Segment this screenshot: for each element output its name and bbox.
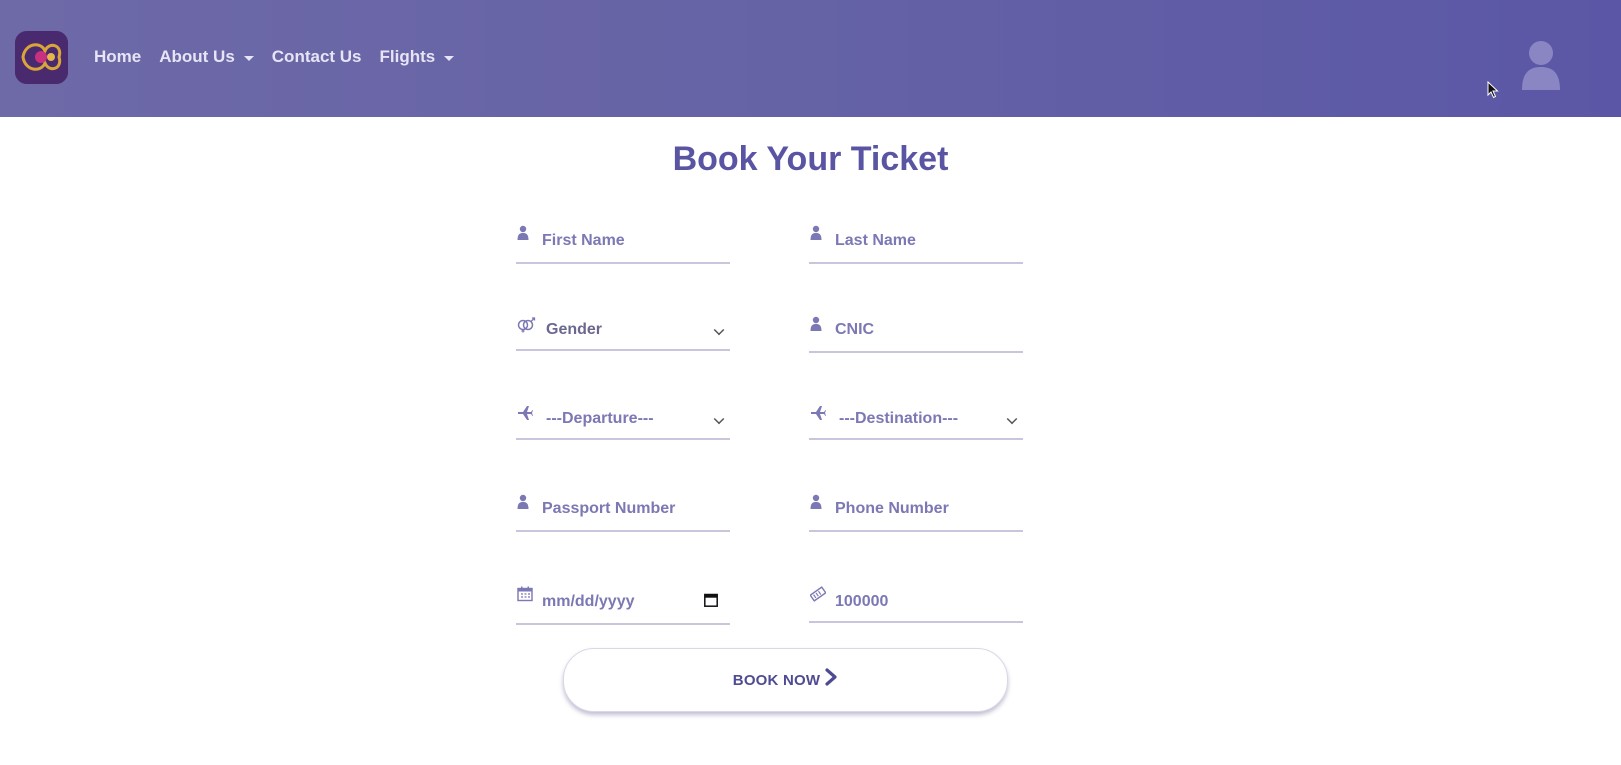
- departure-select-value: ---Departure---: [546, 410, 654, 427]
- plane-icon: [811, 406, 826, 420]
- first-name-input[interactable]: [542, 232, 712, 250]
- passport-number-field[interactable]: [516, 490, 730, 532]
- destination-select[interactable]: ---Destination---: [809, 400, 1023, 440]
- book-now-label: BOOK NOW: [732, 671, 821, 689]
- cnic-input[interactable]: [835, 321, 1005, 339]
- nav-about-dropdown[interactable]: About Us: [159, 47, 254, 67]
- nav-contact-link[interactable]: Contact Us: [272, 47, 362, 67]
- mouse-cursor-icon: [1487, 80, 1499, 104]
- gender-select-value: Gender: [546, 321, 603, 338]
- user-icon: [517, 494, 529, 509]
- last-name-input[interactable]: [835, 232, 1005, 250]
- plane-icon: [518, 406, 533, 420]
- passport-number-input[interactable]: [542, 500, 712, 518]
- navbar: Home About Us Contact Us Flights: [0, 0, 1621, 117]
- price-value: 100000: [835, 593, 889, 610]
- calendar-icon: [517, 586, 533, 602]
- chevron-down-icon: [713, 324, 725, 336]
- cnic-field[interactable]: [809, 311, 1023, 353]
- caret-down-icon: [444, 55, 455, 61]
- destination-select-value: ---Destination---: [839, 410, 959, 427]
- chevron-right-icon: [825, 668, 837, 686]
- book-now-button[interactable]: BOOK NOW: [563, 648, 1008, 712]
- gender-icon: [517, 317, 536, 333]
- user-icon: [810, 225, 822, 240]
- first-name-field[interactable]: [516, 222, 730, 264]
- phone-number-field[interactable]: [809, 490, 1023, 532]
- departure-select[interactable]: ---Departure---: [516, 400, 730, 440]
- nav-home-link[interactable]: Home: [94, 47, 141, 67]
- user-icon: [810, 494, 822, 509]
- user-icon: [517, 225, 529, 240]
- user-icon: [810, 316, 822, 331]
- calendar-picker-icon[interactable]: [704, 593, 718, 607]
- ticket-icon: [810, 586, 826, 602]
- gender-select[interactable]: Gender: [516, 311, 730, 351]
- phone-number-input[interactable]: [835, 500, 1005, 518]
- chevron-down-icon: [1006, 413, 1018, 425]
- page-title: Book Your Ticket: [672, 140, 949, 178]
- nav-flights-dropdown[interactable]: Flights: [380, 47, 455, 67]
- caret-down-icon: [243, 55, 254, 61]
- user-avatar-icon[interactable]: [1520, 40, 1562, 90]
- travel-date-field[interactable]: [516, 583, 730, 625]
- price-field[interactable]: 100000: [809, 583, 1023, 623]
- chevron-down-icon: [713, 413, 725, 425]
- last-name-field[interactable]: [809, 222, 1023, 264]
- travel-date-input[interactable]: [542, 593, 712, 611]
- thai-logo[interactable]: [15, 31, 68, 84]
